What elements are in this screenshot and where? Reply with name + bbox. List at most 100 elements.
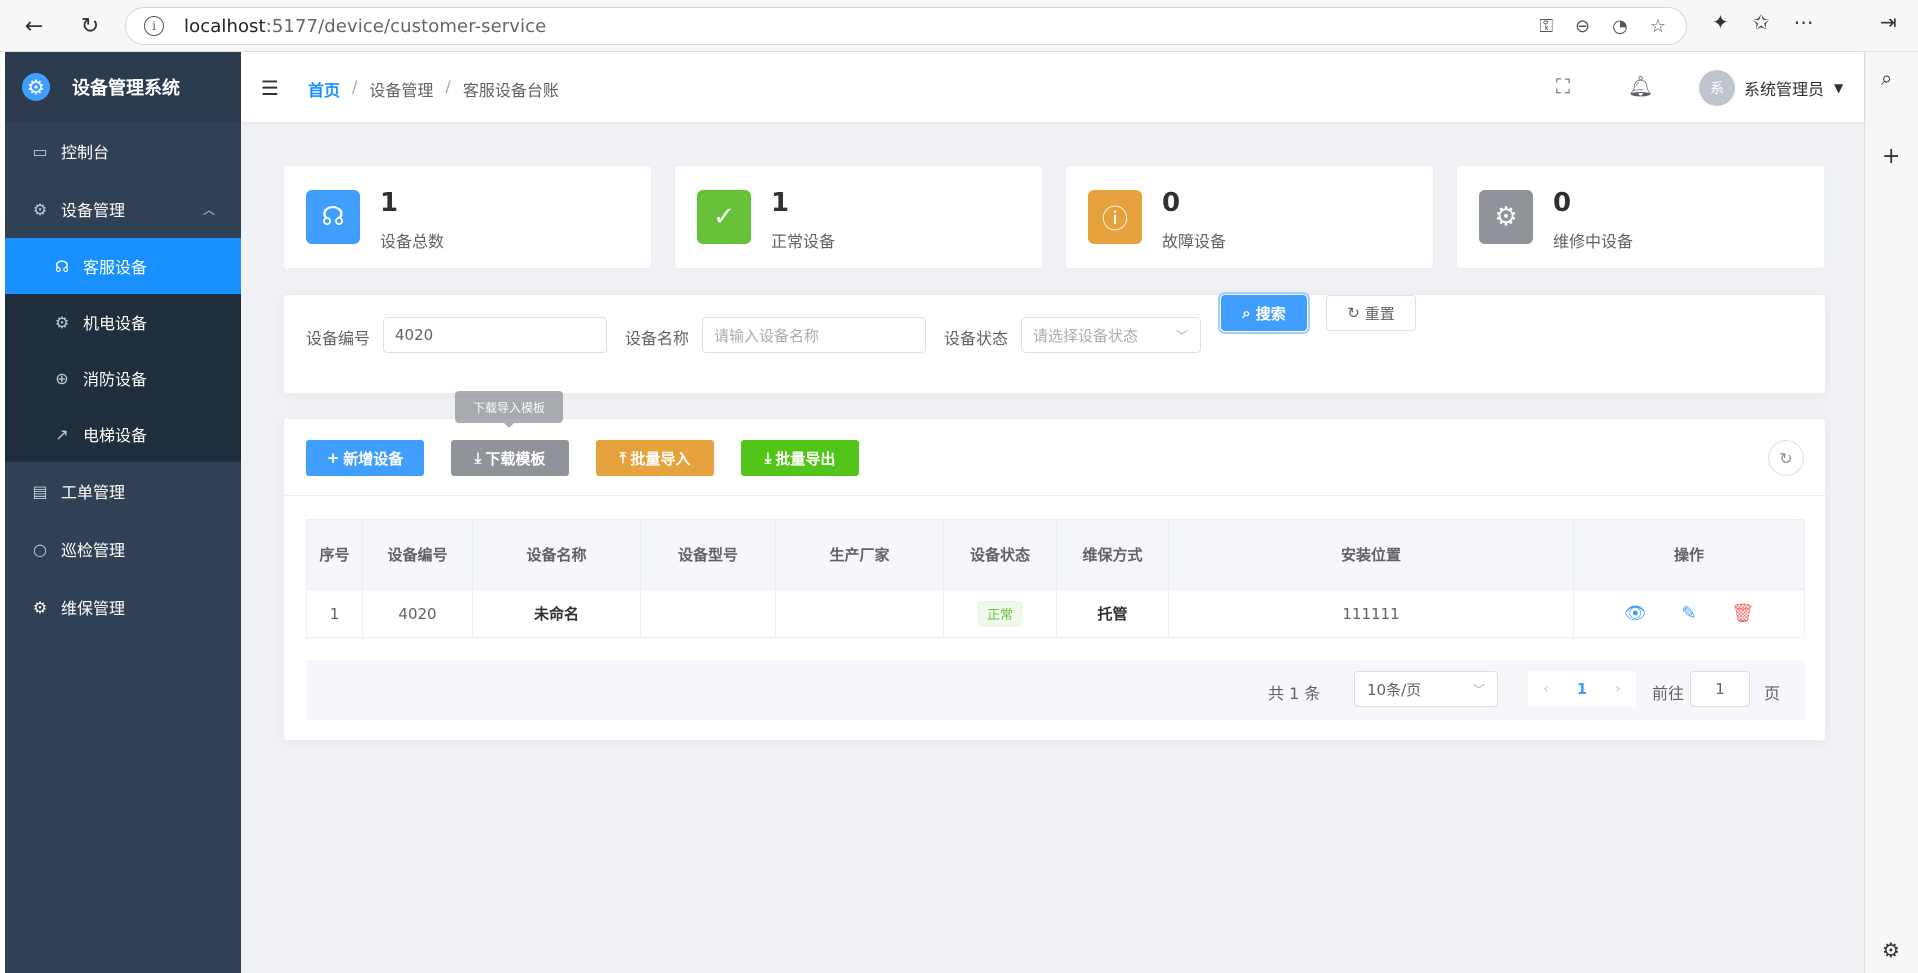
- zoom-out-icon[interactable]: ⊖: [1575, 16, 1590, 37]
- breadcrumb-current: 客服设备台账: [462, 81, 559, 100]
- browser-sidebar: ⌕ + ⚙: [1864, 52, 1918, 973]
- batch-import-button[interactable]: ⤒ 批量导入: [596, 440, 714, 476]
- column-header: 序号: [306, 519, 363, 590]
- breadcrumb-home[interactable]: 首页: [308, 77, 340, 101]
- read-aloud-icon[interactable]: ◔: [1612, 16, 1628, 37]
- search-icon: ○: [33, 539, 47, 559]
- gear-icon: ⚙: [32, 199, 48, 219]
- chevron-down-icon: ﹀: [1472, 682, 1485, 697]
- delete-trash-icon[interactable]: 🗑︎: [1731, 603, 1754, 624]
- refresh-icon: ↻: [1779, 448, 1793, 468]
- stat-label: 维修中设备: [1553, 232, 1634, 251]
- key-icon[interactable]: ⚿: [1539, 16, 1553, 37]
- headset-icon: ☊: [306, 190, 360, 244]
- sidebar-item-electromechanical-device[interactable]: ⚙ 机电设备: [5, 294, 241, 350]
- gear-logo-icon: ⚙: [22, 73, 50, 101]
- device-status-select[interactable]: 请选择设备状态 ﹀: [1021, 317, 1201, 353]
- breadcrumb-device-management: 设备管理: [369, 81, 434, 100]
- sidebar-item-device-management[interactable]: ⚙ 设备管理 ︿: [5, 180, 241, 238]
- fullscreen-icon[interactable]: ⛶: [1556, 74, 1570, 98]
- favorites-icon[interactable]: ✩: [1753, 10, 1770, 34]
- caret-down-icon: ▼: [1834, 81, 1844, 95]
- address-bar[interactable]: i localhost:5177/device/customer-service…: [125, 7, 1687, 45]
- url-text: localhost:5177/device/customer-service: [184, 15, 547, 37]
- plus-icon: +: [326, 449, 340, 467]
- cell-location: 111111: [1168, 589, 1574, 638]
- stat-card-repair: ⚙ 0 维修中设备: [1456, 165, 1825, 269]
- settings-gear-icon[interactable]: ⚙: [1882, 938, 1900, 962]
- edit-icon[interactable]: ✎: [1681, 603, 1696, 624]
- menu-fold-icon[interactable]: ☰: [261, 76, 279, 100]
- browser-toolbar: ← ↻ i localhost:5177/device/customer-ser…: [0, 0, 1918, 52]
- download-icon: ⤓: [474, 449, 482, 467]
- cell-status: 正常: [943, 589, 1057, 638]
- device-status-label: 设备状态: [944, 329, 1009, 348]
- cog-icon: ⚙: [54, 312, 70, 332]
- view-eye-icon[interactable]: 👁︎: [1624, 603, 1647, 624]
- reload-icon[interactable]: ↻: [74, 10, 106, 42]
- check-circle-icon: ✓: [697, 190, 751, 244]
- add-device-button[interactable]: + 新增设备: [306, 440, 424, 476]
- sidebar-item-dashboard[interactable]: ▭ 控制台: [5, 122, 241, 180]
- user-name: 系统管理员: [1744, 80, 1825, 99]
- device-name-label: 设备名称: [625, 329, 690, 348]
- stat-value: 0: [1553, 188, 1572, 218]
- more-icon[interactable]: ⋯: [1794, 10, 1814, 34]
- cell-code: 4020: [362, 589, 473, 638]
- column-header: 操作: [1573, 519, 1805, 590]
- device-table: 序号 设备编号 设备名称 设备型号 生产厂家 设备状态 维保方式 安装位置 操作…: [306, 519, 1805, 638]
- back-icon[interactable]: ←: [18, 10, 50, 42]
- sidebar-item-maintenance[interactable]: ⚙ 维保管理: [5, 578, 241, 636]
- add-icon[interactable]: +: [1882, 144, 1900, 169]
- column-header: 设备状态: [943, 519, 1057, 590]
- device-code-input[interactable]: 4020: [383, 317, 607, 353]
- bell-icon[interactable]: 🔔︎: [1628, 74, 1653, 98]
- app-title: 设备管理系统: [72, 78, 180, 99]
- pagination: 共 1 条 10条/页 ﹀ ‹ 1 › 前往 1 页: [306, 660, 1805, 720]
- site-info-icon[interactable]: i: [144, 16, 164, 36]
- download-template-button[interactable]: ⤓ 下载模板: [451, 440, 569, 476]
- avatar: 系: [1699, 70, 1735, 106]
- crosshair-icon: ⊕: [55, 368, 69, 388]
- page-size-select[interactable]: 10条/页 ﹀: [1354, 671, 1498, 707]
- column-header: 设备名称: [472, 519, 641, 590]
- settings-icon: ⚙: [32, 597, 48, 617]
- user-menu[interactable]: 系 系统管理员 ▼: [1699, 70, 1843, 106]
- stat-value: 1: [380, 188, 399, 218]
- sidebar-item-work-order[interactable]: ▤ 工单管理: [5, 462, 241, 520]
- download-icon: ⤓: [764, 449, 772, 467]
- sidebar: ⚙ 设备管理系统 ▭ 控制台 ⚙ 设备管理 ︿ ☊ 客服设备 ⚙ 机电设备 ⊕ …: [5, 52, 241, 973]
- cell-actions: 👁︎ ✎ 🗑︎: [1573, 589, 1805, 638]
- reset-button[interactable]: ↻ 重置: [1326, 295, 1416, 331]
- device-code-label: 设备编号: [306, 329, 371, 348]
- stat-label: 正常设备: [771, 232, 836, 251]
- divider: [284, 495, 1825, 496]
- stat-card-total: ☊ 1 设备总数: [283, 165, 652, 269]
- sidebar-item-customer-service-device[interactable]: ☊ 客服设备: [5, 238, 241, 294]
- arrow-up-right-icon: ↗: [55, 424, 69, 444]
- prev-page-button[interactable]: ‹: [1528, 671, 1564, 707]
- device-table-panel: + 新增设备 下载导入模板 ⤓ 下载模板 ⤒ 批量导入 ⤓ 批量导出 ↻ 序号 设备编号…: [283, 391, 1826, 741]
- goto-page-input[interactable]: 1: [1690, 671, 1750, 707]
- batch-export-button[interactable]: ⤓ 批量导出: [741, 440, 859, 476]
- monitor-icon: ▭: [32, 141, 48, 161]
- extensions-icon[interactable]: ✦: [1712, 10, 1729, 34]
- sidebar-item-elevator-device[interactable]: ↗ 电梯设备: [5, 406, 241, 462]
- page-number-current[interactable]: 1: [1564, 671, 1600, 707]
- download-template-tooltip: 下载导入模板: [455, 391, 563, 428]
- next-page-button[interactable]: ›: [1600, 671, 1636, 707]
- sidebar-item-inspection[interactable]: ○ 巡检管理: [5, 520, 241, 578]
- column-header: 维保方式: [1056, 519, 1169, 590]
- chevron-right-icon: ›: [1615, 681, 1621, 697]
- refresh-button[interactable]: ↻: [1768, 440, 1804, 476]
- search-button[interactable]: ⌕ 搜索: [1218, 292, 1310, 334]
- search-form: 设备编号 4020 设备名称 请输入设备名称 设备状态 请选择设备状态 ﹀ ⌕ …: [283, 292, 1826, 394]
- search-icon[interactable]: ⌕: [1881, 66, 1892, 90]
- favorite-star-icon[interactable]: ☆: [1650, 16, 1666, 37]
- chevron-down-icon: ﹀: [1175, 328, 1188, 343]
- sidebar-toggle-icon[interactable]: ⇥: [1880, 10, 1897, 34]
- device-name-input[interactable]: 请输入设备名称: [702, 317, 926, 353]
- cell-index: 1: [306, 589, 363, 638]
- sidebar-item-fire-device[interactable]: ⊕ 消防设备: [5, 350, 241, 406]
- stat-label: 故障设备: [1162, 232, 1227, 251]
